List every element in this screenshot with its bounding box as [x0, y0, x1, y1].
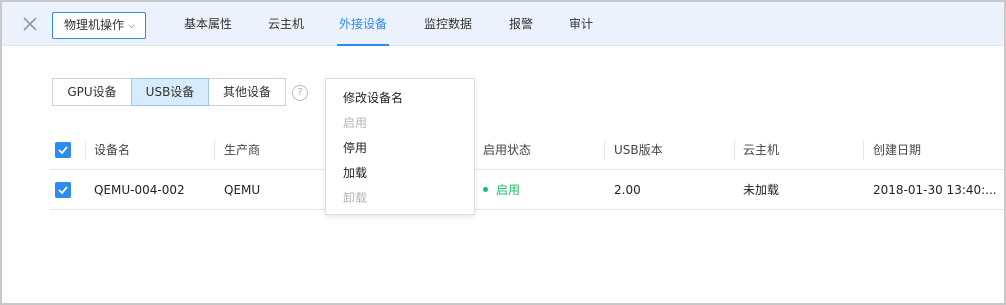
- device-type-label: 其他设备: [222, 85, 271, 99]
- device-type-label: USB设备: [145, 85, 195, 99]
- column-divider: [85, 140, 86, 160]
- device-created-date: 2018-01-30 13:40:...: [873, 183, 997, 197]
- column-header-usb-version[interactable]: USB版本: [614, 130, 663, 170]
- tab-label: 监控数据: [424, 17, 473, 31]
- device-status: 启用: [483, 170, 520, 210]
- tab-external-devices[interactable]: 外接设备: [336, 2, 390, 46]
- device-type-label: GPU设备: [67, 85, 117, 99]
- tab-audit[interactable]: 审计: [569, 2, 593, 46]
- column-header-name[interactable]: 设备名: [94, 130, 130, 170]
- host-detail-panel: 物理机操作 ⌵ 基本属性 云主机 外接设备 监控数据 报警 审计 GPU设备 U…: [0, 0, 1006, 305]
- column-divider: [734, 140, 735, 160]
- select-all-checkbox[interactable]: [55, 142, 71, 158]
- table-header: 设备名 生产商 启用状态 USB版本 云主机 创建日期: [50, 130, 1004, 170]
- tab-label: 外接设备: [339, 17, 388, 31]
- tab-label: 基本属性: [184, 17, 233, 31]
- tab-alarms[interactable]: 报警: [509, 2, 533, 46]
- device-type-usb[interactable]: USB设备: [131, 78, 209, 106]
- chevron-down-icon: ⌵: [128, 21, 135, 31]
- column-divider: [214, 140, 215, 160]
- tab-basic-attributes[interactable]: 基本属性: [184, 2, 232, 46]
- device-type-gpu[interactable]: GPU设备: [52, 78, 132, 106]
- device-type-other[interactable]: 其他设备: [208, 78, 286, 106]
- column-header-created[interactable]: 创建日期: [873, 130, 921, 170]
- checkbox-checked-icon: [58, 146, 68, 155]
- question-circle-icon[interactable]: ?: [292, 85, 308, 101]
- menu-item-disable[interactable]: 停用: [343, 141, 367, 155]
- table-row[interactable]: QEMU-004-002 QEMU 启用 2.00 未加载 2018-01-30…: [50, 170, 1004, 210]
- menu-item-detach: 卸载: [343, 191, 368, 205]
- device-name[interactable]: QEMU-004-002: [94, 170, 185, 210]
- host-operations-button[interactable]: 物理机操作 ⌵: [52, 12, 146, 39]
- column-header-vm[interactable]: 云主机: [743, 130, 779, 170]
- menu-item-rename-device[interactable]: 修改设备名: [343, 91, 403, 105]
- tab-monitoring-data[interactable]: 监控数据: [424, 2, 472, 46]
- column-divider: [604, 140, 605, 160]
- column-header-status[interactable]: 启用状态: [483, 130, 531, 170]
- device-vendor: QEMU: [224, 183, 261, 197]
- column-divider: [863, 140, 864, 160]
- device-status-label: 启用: [496, 183, 521, 197]
- device-vm: 未加载: [743, 183, 780, 197]
- close-icon[interactable]: [20, 14, 40, 34]
- host-operations-label: 物理机操作: [64, 18, 125, 32]
- checkbox-checked-icon: [58, 186, 68, 195]
- tab-label: 云主机: [268, 17, 305, 31]
- tab-label: 报警: [509, 17, 534, 31]
- detail-header: 物理机操作 ⌵ 基本属性 云主机 外接设备 监控数据 报警 审计: [2, 2, 1004, 46]
- operations-dropdown-menu: 修改设备名 启用 停用 加载 卸载: [325, 78, 475, 215]
- menu-item-attach[interactable]: 加载: [343, 166, 367, 180]
- row-checkbox[interactable]: [55, 182, 71, 198]
- column-header-vendor[interactable]: 生产商: [224, 130, 260, 170]
- tab-label: 审计: [569, 17, 594, 31]
- tab-vm-instances[interactable]: 云主机: [268, 2, 304, 46]
- status-dot-icon: [483, 187, 488, 192]
- menu-item-enable: 启用: [343, 116, 368, 130]
- device-usb-version: 2.00: [614, 183, 641, 197]
